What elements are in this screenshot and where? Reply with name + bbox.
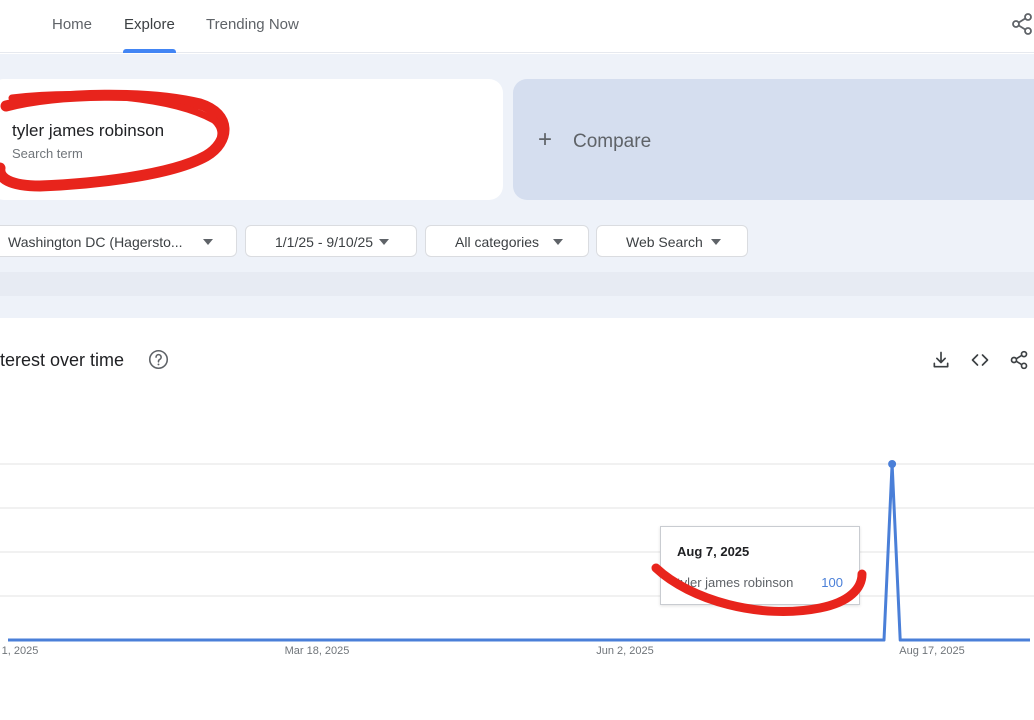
plus-icon: + [538,126,553,153]
chart-peak-point[interactable] [888,460,897,468]
search-type-dropdown[interactable]: Web Search [596,225,748,257]
chart-series [8,460,1030,642]
chart-x-tick-label: Jun 2, 2025 [596,645,654,657]
region-value: Washington DC (Hagersto... [8,234,183,250]
active-tab-indicator [123,49,176,53]
share-icon[interactable] [1010,12,1034,36]
tab-home[interactable]: Home [52,16,92,33]
section-divider [0,272,1034,296]
date-range-value: 1/1/25 - 9/10/25 [275,234,374,250]
top-nav: Home Explore Trending Now [0,0,1034,53]
interest-over-time-chart[interactable]: 1, 2025 Mar 18, 2025 Jun 2, 2025 Aug 17, 20… [0,440,1034,670]
category-dropdown[interactable]: All categories [425,225,589,257]
region-dropdown[interactable]: Washington DC (Hagersto... [0,225,237,257]
category-value: All categories [455,234,540,250]
chart-x-axis: 1, 2025 Mar 18, 2025 Jun 2, 2025 Aug 17, 20… [2,645,965,657]
panel-title: terest over time [0,350,125,370]
chevron-down-icon [379,239,389,245]
compare-label: Compare [573,131,652,152]
embed-code-icon[interactable] [970,350,990,370]
chevron-down-icon [203,239,213,245]
chart-tooltip: Aug 7, 2025 tyler james robinson 100 [660,526,860,605]
search-type-value: Web Search [626,234,703,250]
search-term-sublabel: Search term [12,146,83,161]
chart-x-tick-label: 1, 2025 [2,645,39,657]
tooltip-date: Aug 7, 2025 [677,544,750,559]
chart-gridlines [0,463,1034,597]
date-range-dropdown[interactable]: 1/1/25 - 9/10/25 [245,225,417,257]
help-icon[interactable] [148,349,169,370]
tooltip-term: tyler james robinson [677,575,794,590]
chart-x-tick-label: Aug 17, 2025 [899,645,964,657]
chevron-down-icon [711,239,721,245]
search-term[interactable]: tyler james robinson [12,121,164,141]
chart-x-tick-label: Mar 18, 2025 [285,645,350,657]
tab-trending-now[interactable]: Trending Now [206,16,299,33]
chevron-down-icon [553,239,563,245]
download-icon[interactable] [931,350,951,370]
share-icon[interactable] [1009,350,1029,370]
tooltip-value: 100 [821,575,843,590]
tab-explore[interactable]: Explore [124,16,175,33]
